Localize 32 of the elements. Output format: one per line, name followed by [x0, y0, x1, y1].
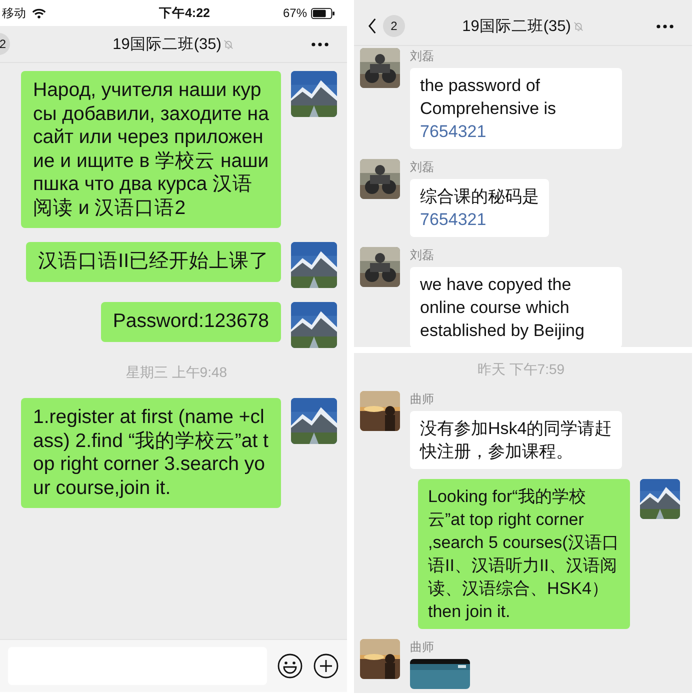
number-link[interactable]: 7654321 — [420, 120, 612, 143]
more-icon[interactable] — [311, 42, 329, 46]
emoji-icon[interactable] — [277, 653, 303, 679]
message-text: 没有参加Hsk4的同学请赶快注册，参加课程。 — [420, 418, 612, 463]
timestamp: 星期三 上午9:48 — [124, 363, 228, 382]
message-text: 综合课的秘码是 — [420, 186, 539, 208]
more-icon[interactable] — [656, 24, 674, 28]
chat-title: 19国际二班(35) — [112, 34, 222, 54]
timestamp: 昨天 下午7:59 — [476, 360, 566, 379]
carrier-text: 移动 — [2, 4, 26, 22]
message-text: 汉语口语II已经开始上课了 — [38, 250, 269, 274]
wifi-icon — [32, 8, 46, 18]
sender-name: 刘磊 — [410, 159, 434, 176]
plus-icon[interactable] — [313, 653, 339, 679]
message-text: Looking for“我的学校云”at top right corner ,search 5 courses(汉语口语II、汉语听力II、汉语阅读、汉语综合、HSK4） then join it. — [428, 486, 620, 623]
sender-name: 曲师 — [410, 391, 434, 408]
status-time: 下午4:22 — [158, 4, 210, 22]
message-text: 1.register at first (name +class) 2.find “我的学校云”at top right corner 3.search your course,join it. — [33, 406, 269, 500]
message-text: Password:123678 — [112, 310, 269, 334]
chat-title: 19国际二班(35) — [462, 16, 571, 36]
message-text: the password of Comprehensive is — [420, 75, 558, 120]
message-text: Народ, учителя наши курсы добавили, заходите на сайт или через приложение и ищите в 学校云 наши пшка что два курса 汉语阅读 и 汉语口语2 — [33, 79, 269, 220]
back-icon[interactable] — [368, 18, 377, 34]
sender-name: 曲师 — [410, 639, 434, 656]
battery-icon — [311, 8, 335, 18]
unread-badge[interactable]: 2 — [383, 15, 405, 37]
unread-badge[interactable]: 2 — [0, 33, 10, 55]
message-text: we have copyed the online course which established by Beijing — [420, 274, 586, 342]
number-link[interactable]: 7654321 — [420, 208, 539, 231]
sender-name: 刘磊 — [410, 247, 434, 264]
sender-name: 刘磊 — [410, 48, 434, 65]
battery-percent: 67% — [282, 6, 307, 20]
